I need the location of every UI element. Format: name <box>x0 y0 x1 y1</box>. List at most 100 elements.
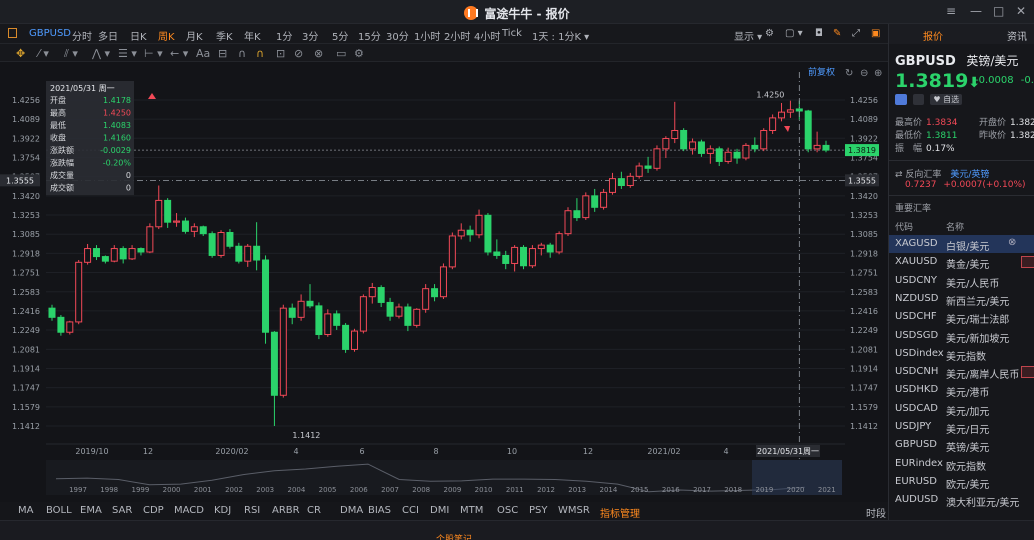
candle-body[interactable] <box>279 307 287 396</box>
candle-body[interactable] <box>617 178 625 187</box>
candle-body[interactable] <box>350 330 358 350</box>
candle-body[interactable] <box>262 259 270 333</box>
candle-body[interactable] <box>404 306 412 326</box>
candle-body[interactable] <box>653 148 661 169</box>
camera-icon[interactable]: ◘ <box>815 28 823 39</box>
lock-icon[interactable]: ⊡ <box>276 47 285 60</box>
tab-timeframe-13[interactable]: 2小时 <box>444 28 470 43</box>
candle-body[interactable] <box>786 109 794 113</box>
candle-body[interactable] <box>582 195 590 219</box>
candle-body[interactable] <box>671 129 679 140</box>
drawing-settings-icon[interactable]: ⚙ <box>354 47 364 60</box>
minimize-icon[interactable]: — <box>970 4 982 18</box>
candle-body[interactable] <box>217 232 225 256</box>
candle-body[interactable] <box>199 226 207 235</box>
candle-body[interactable] <box>600 191 608 208</box>
candle-body[interactable] <box>137 248 145 253</box>
candle-body[interactable] <box>333 313 341 326</box>
candle-body[interactable] <box>101 256 109 262</box>
candle-body[interactable] <box>520 246 528 267</box>
candle-body[interactable] <box>555 233 563 253</box>
candle-body[interactable] <box>431 288 439 298</box>
candle-body[interactable] <box>591 195 599 208</box>
candle-body[interactable] <box>715 148 723 162</box>
tab-timeframe-3[interactable]: 周K <box>158 28 175 43</box>
tab-timeframe-4[interactable]: 月K <box>186 28 203 43</box>
candle-body[interactable] <box>422 288 430 310</box>
candle-body[interactable] <box>466 229 474 236</box>
candle-body[interactable] <box>448 235 456 268</box>
tab-news[interactable]: 资讯 <box>1007 28 1027 43</box>
settings-icon[interactable]: ⚙ <box>765 28 774 39</box>
tab-timeframe-7[interactable]: 1分 <box>276 28 292 43</box>
candle-body[interactable] <box>626 175 634 187</box>
tab-timeframe-0[interactable]: 分时 <box>72 28 92 43</box>
delete-drawings-icon[interactable]: ⊗ <box>314 47 323 60</box>
candle-body[interactable] <box>226 232 234 247</box>
indicator-15[interactable]: OSC <box>497 505 518 516</box>
candle-body[interactable] <box>48 307 56 318</box>
rate-row[interactable]: USDCHF 美元/瑞士法郎 <box>889 308 1034 326</box>
tab-timeframe-16[interactable]: 1天 : 1分K ▾ <box>532 28 589 43</box>
candle-body[interactable] <box>804 110 812 150</box>
candle-body[interactable] <box>742 144 750 159</box>
rate-row[interactable]: XAGUSD 白银/美元 ⊗ <box>889 235 1034 253</box>
expand-icon[interactable]: ⤢ <box>852 28 860 39</box>
tab-timeframe-1[interactable]: 多日 <box>98 28 118 43</box>
candle-body[interactable] <box>822 144 830 151</box>
rate-row[interactable]: USDCAD 美元/加元 <box>889 400 1034 418</box>
tab-timeframe-12[interactable]: 1小时 <box>414 28 440 43</box>
candle-body[interactable] <box>733 151 741 159</box>
tab-timeframe-2[interactable]: 日K <box>130 28 147 43</box>
layout-icon[interactable]: ▢ ▾ <box>785 28 803 39</box>
tab-timeframe-8[interactable]: 3分 <box>302 28 318 43</box>
flag-icon[interactable] <box>913 94 925 105</box>
rate-row[interactable]: GBPUSD 英镑/美元 <box>889 436 1034 454</box>
drawing-layout-icon[interactable]: ▭ <box>336 47 346 60</box>
rate-row[interactable]: USDindex 美元指数 <box>889 345 1034 363</box>
move-icon[interactable]: ✥ <box>16 47 25 60</box>
indicator-2[interactable]: EMA <box>80 505 102 516</box>
tab-timeframe-11[interactable]: 30分 <box>386 28 409 43</box>
candle-body[interactable] <box>644 165 652 169</box>
candle-body[interactable] <box>208 233 216 256</box>
candle-body[interactable] <box>778 111 786 119</box>
candle-body[interactable] <box>181 220 189 232</box>
stock-notes-link[interactable]: 个股笔记 <box>436 532 472 540</box>
candle-body[interactable] <box>288 307 296 318</box>
indicator-16[interactable]: PSY <box>529 505 548 516</box>
candle-body[interactable] <box>324 313 332 336</box>
time-period-button[interactable]: 时段 <box>866 505 886 520</box>
text-tool-icon[interactable]: Aa <box>196 47 210 60</box>
magnet-active-icon[interactable]: ∩ <box>256 47 264 60</box>
rate-row[interactable]: USDCNY 美元/人民币 <box>889 272 1034 290</box>
sidebar-toggle-icon[interactable] <box>8 28 17 38</box>
candle-body[interactable] <box>760 129 768 150</box>
candle-body[interactable] <box>386 301 394 317</box>
display-menu[interactable]: 显示 ▾ <box>734 28 762 43</box>
candle-body[interactable] <box>537 244 545 250</box>
candle-body[interactable] <box>795 108 803 112</box>
candle-body[interactable] <box>635 165 643 177</box>
candle-body[interactable] <box>66 321 74 333</box>
rate-row[interactable]: USDSGD 美元/新加坡元 <box>889 327 1034 345</box>
candle-body[interactable] <box>92 248 100 258</box>
candle-body[interactable] <box>395 306 403 317</box>
candle-body[interactable] <box>306 300 314 307</box>
candle-body[interactable] <box>128 248 136 260</box>
candle-body[interactable] <box>173 220 181 223</box>
candle-body[interactable] <box>190 226 198 232</box>
indicator-14[interactable]: MTM <box>460 505 483 516</box>
indicator-10[interactable]: DMA <box>340 505 363 516</box>
candle-body[interactable] <box>751 144 759 150</box>
indicator-0[interactable]: MA <box>18 505 33 516</box>
rate-row[interactable]: AUDUSD 澳大利亚元/美元 <box>889 491 1034 509</box>
candle-body[interactable] <box>297 300 305 318</box>
candle-body[interactable] <box>57 316 65 333</box>
hide-drawings-icon[interactable]: ⊘ <box>294 47 303 60</box>
candle-body[interactable] <box>724 151 732 162</box>
candle-body[interactable] <box>769 117 777 131</box>
tab-timeframe-10[interactable]: 15分 <box>358 28 381 43</box>
indicator-4[interactable]: CDP <box>143 505 164 516</box>
candle-body[interactable] <box>475 214 483 236</box>
